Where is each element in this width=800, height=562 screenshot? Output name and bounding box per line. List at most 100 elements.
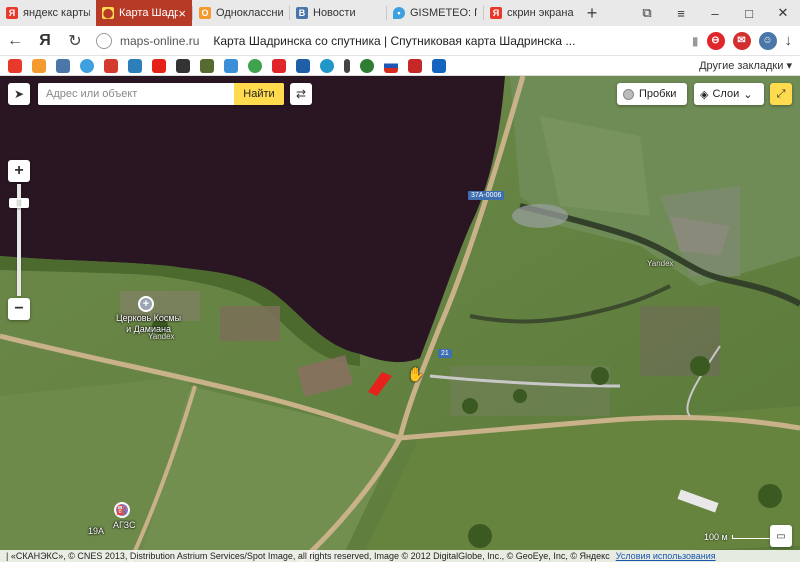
bookmark-leaf-icon[interactable] <box>248 58 262 73</box>
layers-icon: ◈ <box>700 88 709 101</box>
close-window-button[interactable]: ✕ <box>766 5 800 21</box>
bookmark-yandex-icon[interactable] <box>8 58 22 73</box>
site-info-icon[interactable] <box>96 32 112 49</box>
bookmark-grid2-icon[interactable] <box>296 58 310 73</box>
ruler-button[interactable]: ▭ <box>770 525 792 547</box>
gas-station-icon[interactable]: ⛽ <box>114 502 130 518</box>
layers-button[interactable]: ◈ Слои ⌄ <box>694 83 764 105</box>
zoom-in-button[interactable]: + <box>8 160 30 182</box>
other-bookmarks-label: Другие закладки <box>699 60 784 72</box>
maps-pin-icon: ⬤ <box>102 7 114 19</box>
traffic-button[interactable]: Пробки <box>617 83 687 105</box>
tab-yandex-maps[interactable]: Я яндекс карты <box>0 0 96 26</box>
bookmark-page-icon[interactable]: ▮ <box>692 34 699 48</box>
fullscreen-button[interactable]: ⤢ <box>770 83 792 105</box>
bookmark-globe-icon[interactable] <box>360 58 374 73</box>
chevron-down-icon: ⌄ <box>743 88 753 101</box>
church-label-line1: Церковь Космы <box>116 313 182 323</box>
map-scale: 100 м <box>704 531 772 543</box>
bookmark-circle-icon[interactable] <box>320 58 334 73</box>
bookmark-eagle-icon[interactable] <box>432 58 446 73</box>
tab-gismeteo[interactable]: • GISMETEO: П <box>387 0 483 26</box>
back-button[interactable]: ← <box>0 26 30 56</box>
page-title: Карта Шадринска со спутника | Спутникова… <box>213 33 576 48</box>
bookmark-chart-icon[interactable] <box>128 58 142 73</box>
url-field[interactable]: maps-online.ru Карта Шадринска со спутни… <box>96 29 656 53</box>
tab-label: яндекс карты <box>23 7 90 19</box>
ruler-icon: ▭ <box>776 530 786 542</box>
find-button[interactable]: Найти <box>234 83 284 105</box>
yandex-home-button[interactable]: Я <box>30 26 60 56</box>
tab-odnoklassniki[interactable]: О Одноклассни <box>193 0 289 26</box>
tab-news[interactable]: В Новости <box>290 0 386 26</box>
route-icon: ⇄ <box>295 87 307 101</box>
gas-station-label[interactable]: АГЗС <box>113 520 136 530</box>
odnoklassniki-icon: О <box>199 7 211 19</box>
traffic-label: Пробки <box>639 88 677 100</box>
route-button[interactable]: ⇄ <box>290 83 312 105</box>
vk-icon: В <box>296 7 308 19</box>
satellite-map[interactable]: 37А-0006 21 + Церковь Космы и Дамиана Ya… <box>0 76 800 562</box>
expand-icon: ⤢ <box>776 87 786 100</box>
adblock-icon[interactable]: ⊖ <box>706 31 725 50</box>
road-shield-37a: 37А-0006 <box>468 191 505 200</box>
tab-label: GISMETEO: П <box>410 7 477 19</box>
tab-label: Новости <box>313 7 356 19</box>
church-pin-icon[interactable]: + <box>138 296 154 312</box>
bookmark-flag-ru-icon[interactable] <box>384 58 398 73</box>
url-domain: maps-online.ru <box>120 33 200 48</box>
zoom-slider-thumb[interactable]: ||| <box>9 198 29 208</box>
bookmark-shield-icon[interactable] <box>176 58 190 73</box>
menu-icon[interactable]: ≡ <box>664 6 698 21</box>
bookmark-plane-icon[interactable] <box>408 58 422 73</box>
maximize-button[interactable]: □ <box>732 6 766 21</box>
bookmark-mail-icon[interactable] <box>272 58 286 73</box>
locate-me-button[interactable]: ➤ <box>8 83 30 105</box>
chevron-down-icon: ▾ <box>786 60 792 72</box>
bookmark-drop-icon[interactable] <box>80 58 94 73</box>
terms-of-use-link[interactable]: Условия использования <box>616 551 716 561</box>
reload-button[interactable]: ↻ <box>60 26 90 56</box>
scale-label: 100 м <box>704 532 728 542</box>
map-search-box: Найти <box>38 83 284 105</box>
bookmark-youtube-icon[interactable] <box>152 58 166 73</box>
yandex-watermark: Yandex <box>647 259 674 268</box>
bookmark-j-icon[interactable] <box>344 58 350 73</box>
mail-extension-icon[interactable]: ✉ <box>732 31 751 50</box>
download-icon[interactable]: ↓ <box>785 32 793 49</box>
tab-shadrinsk-map[interactable]: ⬤ Карта Шадр × <box>96 0 192 26</box>
address-search-input[interactable] <box>38 83 234 105</box>
tabs-overview-icon[interactable]: ⧉ <box>630 5 664 21</box>
bookmark-vk-icon[interactable] <box>56 58 70 73</box>
road-id-label: 19А <box>88 526 105 536</box>
tab-label: скрин экрана <box>507 7 574 19</box>
yandex-icon: Я <box>6 7 18 19</box>
bookmark-ok-icon[interactable] <box>32 58 46 73</box>
navigation-arrow-icon: ➤ <box>13 87 25 101</box>
close-icon[interactable]: × <box>178 6 186 21</box>
gismeteo-drop-icon: • <box>393 7 405 19</box>
bookmark-arrow-icon[interactable] <box>104 58 118 73</box>
yandex-icon: Я <box>490 7 502 19</box>
user-extension-icon[interactable]: ☺ <box>758 31 777 50</box>
hand-cursor-icon: ✋ <box>407 366 425 382</box>
other-bookmarks-button[interactable]: Другие закладки ▾ <box>699 59 792 72</box>
tab-bar: Я яндекс карты ⬤ Карта Шадр × О Одноклас… <box>0 0 800 26</box>
traffic-light-icon <box>623 88 634 100</box>
road-shield-21: 21 <box>438 349 452 358</box>
minimize-button[interactable]: – <box>698 6 732 21</box>
window-controls: ⧉ ≡ – □ ✕ <box>630 0 800 26</box>
scale-bar <box>731 535 772 539</box>
new-tab-button[interactable]: + <box>580 0 604 26</box>
zoom-out-button[interactable]: − <box>8 298 30 320</box>
tab-label: Карта Шадр <box>119 7 179 19</box>
tab-screenshot-search[interactable]: Я скрин экрана <box>484 0 580 26</box>
copyright-text: | «СКАНЭКС», © CNES 2013, Distribution A… <box>6 551 610 561</box>
toolbar-extensions: ▮ ⊖ ✉ ☺ ↓ <box>692 31 800 50</box>
bookmark-bird-icon[interactable] <box>200 58 214 73</box>
yandex-watermark: Yandex <box>148 332 175 341</box>
layers-label: Слои <box>712 88 740 100</box>
map-copyright: | «СКАНЭКС», © CNES 2013, Distribution A… <box>0 550 800 562</box>
address-bar: ← Я ↻ maps-online.ru Карта Шадринска со … <box>0 26 800 56</box>
bookmark-grid-icon[interactable] <box>224 58 238 73</box>
